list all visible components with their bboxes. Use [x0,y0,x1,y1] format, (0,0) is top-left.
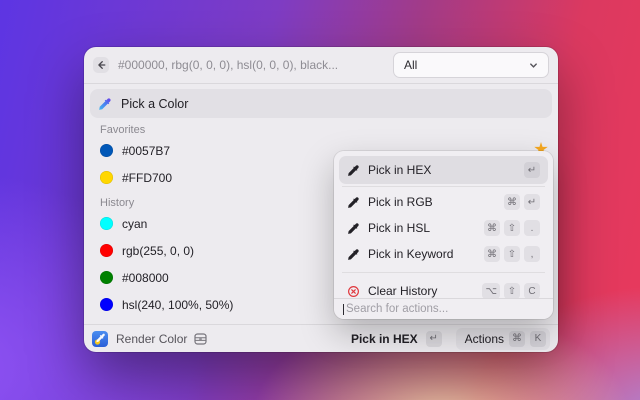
key-cmd: ⌘ [509,331,525,347]
action-item-pick-in-keyword[interactable]: Pick in Keyword ⌘ ⇧ , [339,241,548,267]
filter-dropdown[interactable]: All [393,52,549,78]
key-cmd: ⌘ [484,220,500,236]
primary-action-button[interactable]: Pick in HEX [351,332,418,346]
action-label: Clear History [368,284,437,298]
key-return: ↵ [426,331,442,347]
render-color-app-icon [92,331,108,347]
action-item-pick-in-hex[interactable]: Pick in HEX ↵ [339,156,548,184]
key-option: ⌥ [482,283,500,298]
separator [342,272,545,273]
color-label: hsl(240, 100%, 50%) [122,298,233,312]
search-header: #000000, rbg(0, 0, 0), hsl(0, 0, 0), bla… [84,47,558,84]
color-swatch [100,298,113,311]
action-item-pick-in-rgb[interactable]: Pick in RGB ⌘ ↵ [339,189,548,215]
action-label: Pick in RGB [368,195,433,209]
window-icon [194,333,207,345]
list-item-pick-a-color[interactable]: Pick a Color [90,89,552,118]
clear-history-icon [347,285,360,298]
back-button[interactable] [93,57,109,73]
footer-actions: Pick in HEX ↵ Actions ⌘ K [351,328,550,350]
eyedropper-icon [347,196,360,209]
key-shift: ⇧ [504,283,520,298]
filter-value: All [404,58,417,72]
eyedropper-icon [347,164,360,177]
key-cmd: ⌘ [484,246,500,262]
color-label: #FFD700 [122,171,172,185]
key-cmd: ⌘ [504,194,520,210]
actions-panel: Pick in HEX ↵ Pick in RGB ⌘ ↵ Pick in HS… [334,151,553,319]
chevron-down-icon [529,61,538,70]
key-period: . [524,220,540,236]
actions-button-label: Actions [465,332,504,346]
color-label: #0057B7 [122,144,170,158]
action-label: Pick in HSL [368,221,430,235]
key-c: C [524,283,540,298]
section-title-favorites: Favorites [100,124,558,137]
color-swatch [100,171,113,184]
key-shift: ⇧ [504,246,520,262]
command-label: Pick a Color [121,97,188,111]
search-input[interactable]: #000000, rbg(0, 0, 0), hsl(0, 0, 0), bla… [118,58,338,72]
color-label: rgb(255, 0, 0) [122,244,194,258]
eyedropper-icon [347,248,360,261]
color-swatch [100,271,113,284]
text-cursor [343,304,344,315]
key-return: ↵ [524,162,540,178]
eyedropper-icon [98,97,112,111]
key-comma: , [524,246,540,262]
status-bar: Render Color Pick in HEX ↵ Actions ⌘ K [84,324,558,352]
action-label: Pick in Keyword [368,247,453,261]
launcher-window: #000000, rbg(0, 0, 0), hsl(0, 0, 0), bla… [84,47,558,352]
key-k: K [530,331,546,347]
eyedropper-icon [347,222,360,235]
color-label: cyan [122,217,147,231]
actions-search-placeholder: Search for actions... [346,303,448,315]
color-swatch [100,244,113,257]
color-swatch [100,144,113,157]
action-item-pick-in-hsl[interactable]: Pick in HSL ⌘ ⇧ . [339,215,548,241]
actions-button[interactable]: Actions ⌘ K [456,328,550,350]
key-return: ↵ [524,194,540,210]
actions-list: Pick in HEX ↵ Pick in RGB ⌘ ↵ Pick in HS… [334,151,553,298]
back-arrow-icon [96,60,106,70]
key-shift: ⇧ [504,220,520,236]
separator [342,186,545,187]
actions-search-field[interactable]: Search for actions... [334,298,553,319]
action-item-clear-history[interactable]: Clear History ⌥ ⇧ C [339,278,548,298]
action-label: Pick in HEX [368,163,431,177]
color-swatch [100,217,113,230]
command-name: Render Color [116,332,187,346]
color-label: #008000 [122,271,169,285]
